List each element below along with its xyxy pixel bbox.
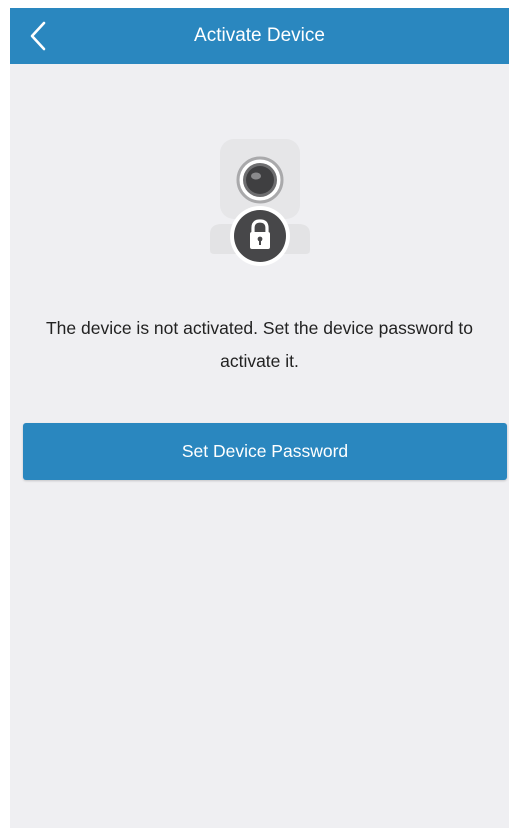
device-illustration: [200, 136, 320, 286]
set-device-password-button[interactable]: Set Device Password: [23, 423, 507, 480]
page-title: Activate Device: [194, 25, 325, 46]
app-bar: Activate Device: [10, 8, 509, 64]
chevron-left-icon: [30, 21, 46, 51]
activation-message: The device is not activated. Set the dev…: [45, 318, 474, 371]
lock-icon: [230, 206, 290, 266]
back-button[interactable]: [18, 14, 58, 58]
activate-device-screen: Activate Device The device is not activa…: [10, 8, 509, 828]
